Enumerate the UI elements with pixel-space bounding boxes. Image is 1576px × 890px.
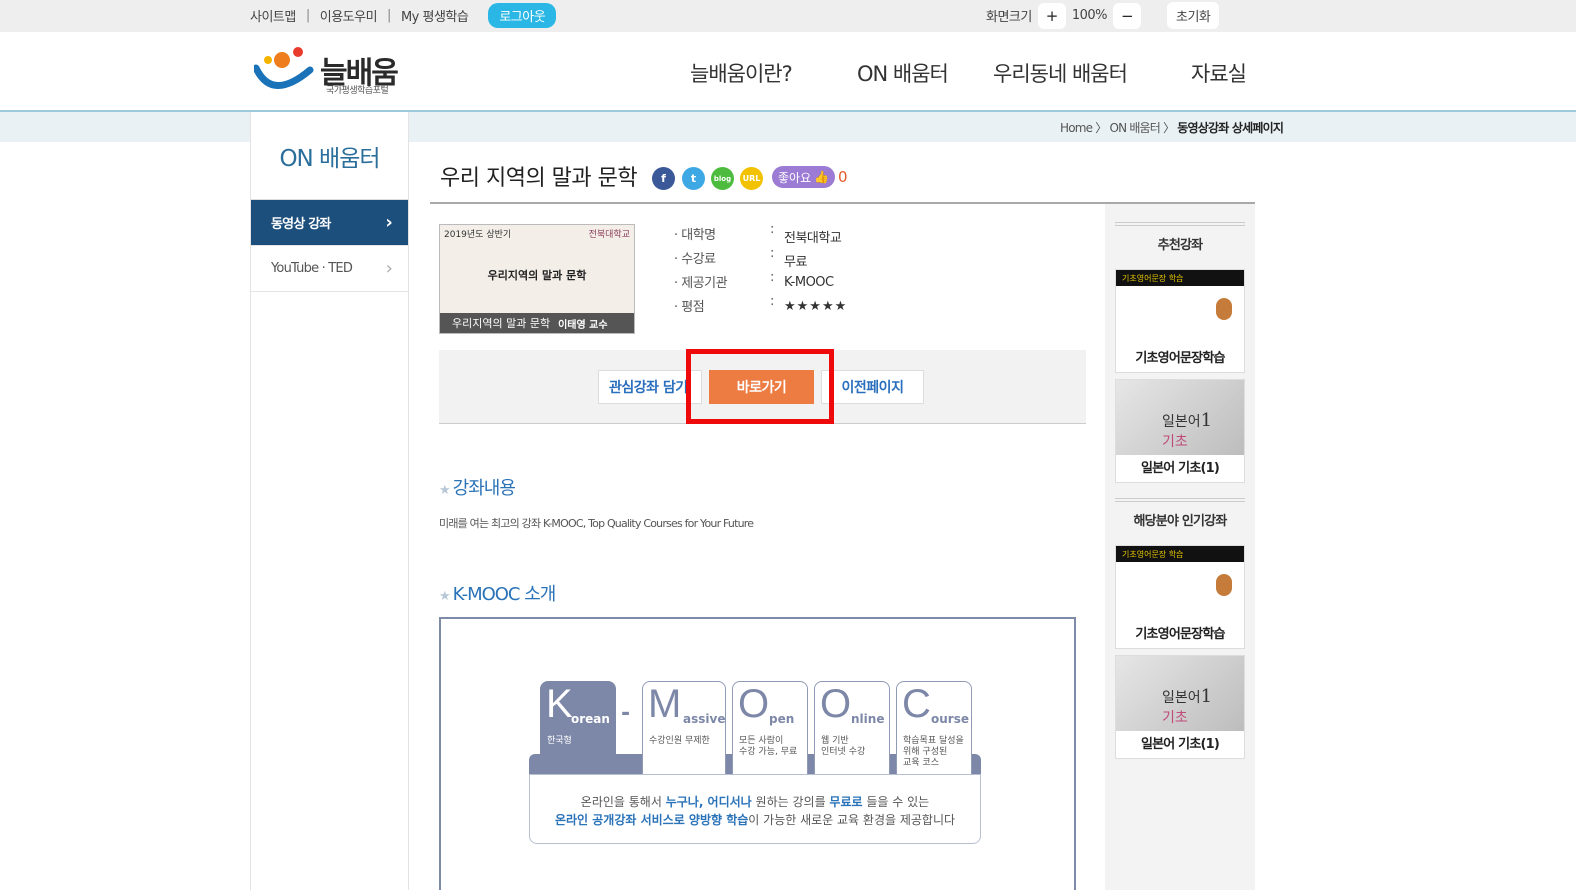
kmooc-card-online: Online 웹 기반 인터넷 수강 [814, 681, 890, 777]
sitemap-link[interactable]: 사이트맵 [250, 6, 296, 25]
thumb-caption-bar: 우리지역의 말과 문학 이태영 교수 [440, 313, 634, 333]
card-caption: 일본어 기초(1) [1140, 461, 1220, 476]
kmooc-card-open: Open 모든 사람이 수강 가능, 무료 [732, 681, 808, 777]
card-caption: 기초영어문장학습 [1135, 351, 1225, 366]
zoom-label: 화면크기 [986, 10, 1032, 25]
page-title: 우리 지역의 말과 문학 [440, 166, 638, 191]
kmooc-card-m: Massive 수강인원 무제한 [642, 681, 726, 777]
thumb-university: 전북대학교 [588, 230, 630, 240]
like-button[interactable]: 좋아요 👍 [772, 166, 836, 188]
info-key: · 평점 [674, 300, 705, 315]
kmooc-dash: - [621, 701, 631, 726]
section-heading-content: ★ 강좌내용 [439, 478, 516, 499]
course-thumbnail: 2019년도 상반기 전북대학교 우리지역의 말과 문학 우리지역의 말과 문학… [439, 224, 635, 334]
info-value: K-MOOC [784, 275, 834, 290]
site-logo[interactable]: 늘배움 국가평생학습포털 [252, 46, 414, 98]
breadcrumb: Home 〉 ON 배움터 〉 동영상강좌 상세페이지 [1060, 119, 1284, 136]
help-link[interactable]: 이용도우미 [320, 6, 378, 25]
card-image-text: 일본어1 기초 [1162, 686, 1213, 726]
top-utility-bar [0, 0, 1576, 32]
zoom-out-button[interactable]: − [1113, 2, 1142, 29]
left-nav-item-youtube[interactable]: YouTube · TED › [251, 246, 408, 292]
character-icon [1216, 574, 1232, 596]
section-heading-kmooc: ★ K-MOOC 소개 [439, 584, 556, 605]
card-banner: 기초영어문장 학습 [1116, 546, 1244, 562]
sub-band [0, 112, 1576, 142]
info-colon: : [770, 294, 774, 309]
card-caption: 일본어 기초(1) [1140, 737, 1220, 752]
gnb-on-learning[interactable]: ON 배움터 [857, 58, 949, 88]
twitter-share-icon[interactable]: t [682, 167, 705, 190]
star-icon: ★ [439, 589, 451, 604]
recommended-title: 추천강좌 [1115, 222, 1245, 253]
site-header: 늘배움 국가평생학습포털 늘배움이란? ON 배움터 우리동네 배움터 자료실 [0, 32, 1576, 112]
kmooc-card-k: Korean 한국형 [540, 681, 616, 777]
divider: | [305, 7, 310, 23]
left-nav: ON 배움터 동영상 강좌 › YouTube · TED › [250, 112, 409, 890]
card-caption: 기초영어문장학습 [1135, 627, 1225, 642]
kmooc-description: 온라인을 통해서 누구나, 어디서나 원하는 강의를 무료로 들을 수 있는 온… [529, 774, 981, 844]
info-key: · 수강료 [674, 252, 716, 267]
card-image-text: 일본어1 기초 [1162, 410, 1213, 450]
info-value: 무료 [784, 255, 807, 270]
chevron-right-icon: › [385, 212, 392, 233]
gnb-local-learning[interactable]: 우리동네 배움터 [993, 58, 1128, 88]
like-count: 0 [838, 168, 848, 186]
info-colon: : [770, 270, 774, 285]
utility-links: 사이트맵 | 이용도우미 | My 평생학습 로그아웃 [250, 2, 557, 28]
breadcrumb-sep: 〉 [1163, 121, 1175, 135]
highlight-box [686, 349, 834, 424]
zoom-control: 화면크기 + 100% − 초기화 [986, 2, 1220, 29]
section-content-text: 미래를 여는 최고의 강좌 K-MOOC, Top Quality Course… [439, 517, 754, 530]
my-learning-link[interactable]: My 평생학습 [401, 6, 469, 25]
like-label: 좋아요 [778, 170, 812, 185]
gnb-about[interactable]: 늘배움이란? [690, 58, 793, 88]
thumb-professor: 이태영 교수 [558, 319, 608, 331]
popular-title: 해당분야 인기강좌 [1115, 498, 1245, 529]
zoom-value: 100% [1071, 8, 1108, 23]
info-colon: : [770, 222, 774, 237]
kmooc-intro-box: Korean 한국형 - Massive 수강인원 무제한 Open 모든 사람… [439, 617, 1076, 890]
left-nav-item-label: YouTube · TED [271, 261, 353, 276]
thumb-caption: 우리지역의 말과 문학 [452, 317, 551, 330]
rating-stars: ★★★★★ [784, 299, 848, 314]
url-copy-icon[interactable]: URL [740, 167, 763, 190]
info-value: 전북대학교 [784, 231, 842, 246]
recommended-course-card[interactable]: 기초영어문장 학습 기초영어문장학습 [1115, 269, 1245, 373]
recommended-course-card[interactable]: 일본어1 기초 일본어 기초(1) [1115, 379, 1245, 483]
prev-page-button[interactable]: 이전페이지 [821, 370, 924, 404]
thumbs-up-icon: 👍 [814, 170, 830, 184]
star-icon: ★ [439, 483, 451, 498]
chevron-right-icon: › [385, 258, 393, 279]
zoom-reset-button[interactable]: 초기화 [1167, 2, 1220, 29]
card-banner: 기초영어문장 학습 [1116, 270, 1244, 286]
breadcrumb-mid[interactable]: ON 배움터 [1109, 121, 1160, 135]
breadcrumb-current: 동영상강좌 상세페이지 [1177, 121, 1284, 135]
character-icon [1216, 298, 1232, 320]
thumb-year: 2019년도 상반기 [444, 230, 512, 240]
divider: | [387, 7, 391, 23]
left-nav-item-video[interactable]: 동영상 강좌 › [251, 200, 408, 246]
info-colon: : [770, 246, 774, 261]
facebook-share-icon[interactable]: f [652, 167, 675, 190]
popular-course-card[interactable]: 일본어1 기초 일본어 기초(1) [1115, 655, 1245, 759]
info-key: · 대학명 [674, 228, 716, 243]
kmooc-card-course: Course 학습목표 달성을 위해 구성된 교육 코스 [896, 681, 972, 777]
logo-subtext: 국가평생학습포털 [326, 86, 389, 96]
blog-share-icon[interactable]: blog [711, 167, 734, 190]
logo-mark-icon [252, 47, 314, 89]
breadcrumb-home[interactable]: Home [1060, 121, 1093, 135]
popular-course-card[interactable]: 기초영어문장 학습 기초영어문장학습 [1115, 545, 1245, 649]
left-nav-title: ON 배움터 [251, 112, 408, 200]
thumb-title: 우리지역의 말과 문학 [487, 269, 587, 282]
info-key: · 제공기관 [674, 276, 728, 291]
breadcrumb-sep: 〉 [1095, 121, 1107, 135]
gnb-resources[interactable]: 자료실 [1191, 58, 1247, 88]
zoom-in-button[interactable]: + [1037, 2, 1066, 29]
left-nav-item-label: 동영상 강좌 [271, 217, 331, 232]
logout-button[interactable]: 로그아웃 [488, 2, 557, 28]
